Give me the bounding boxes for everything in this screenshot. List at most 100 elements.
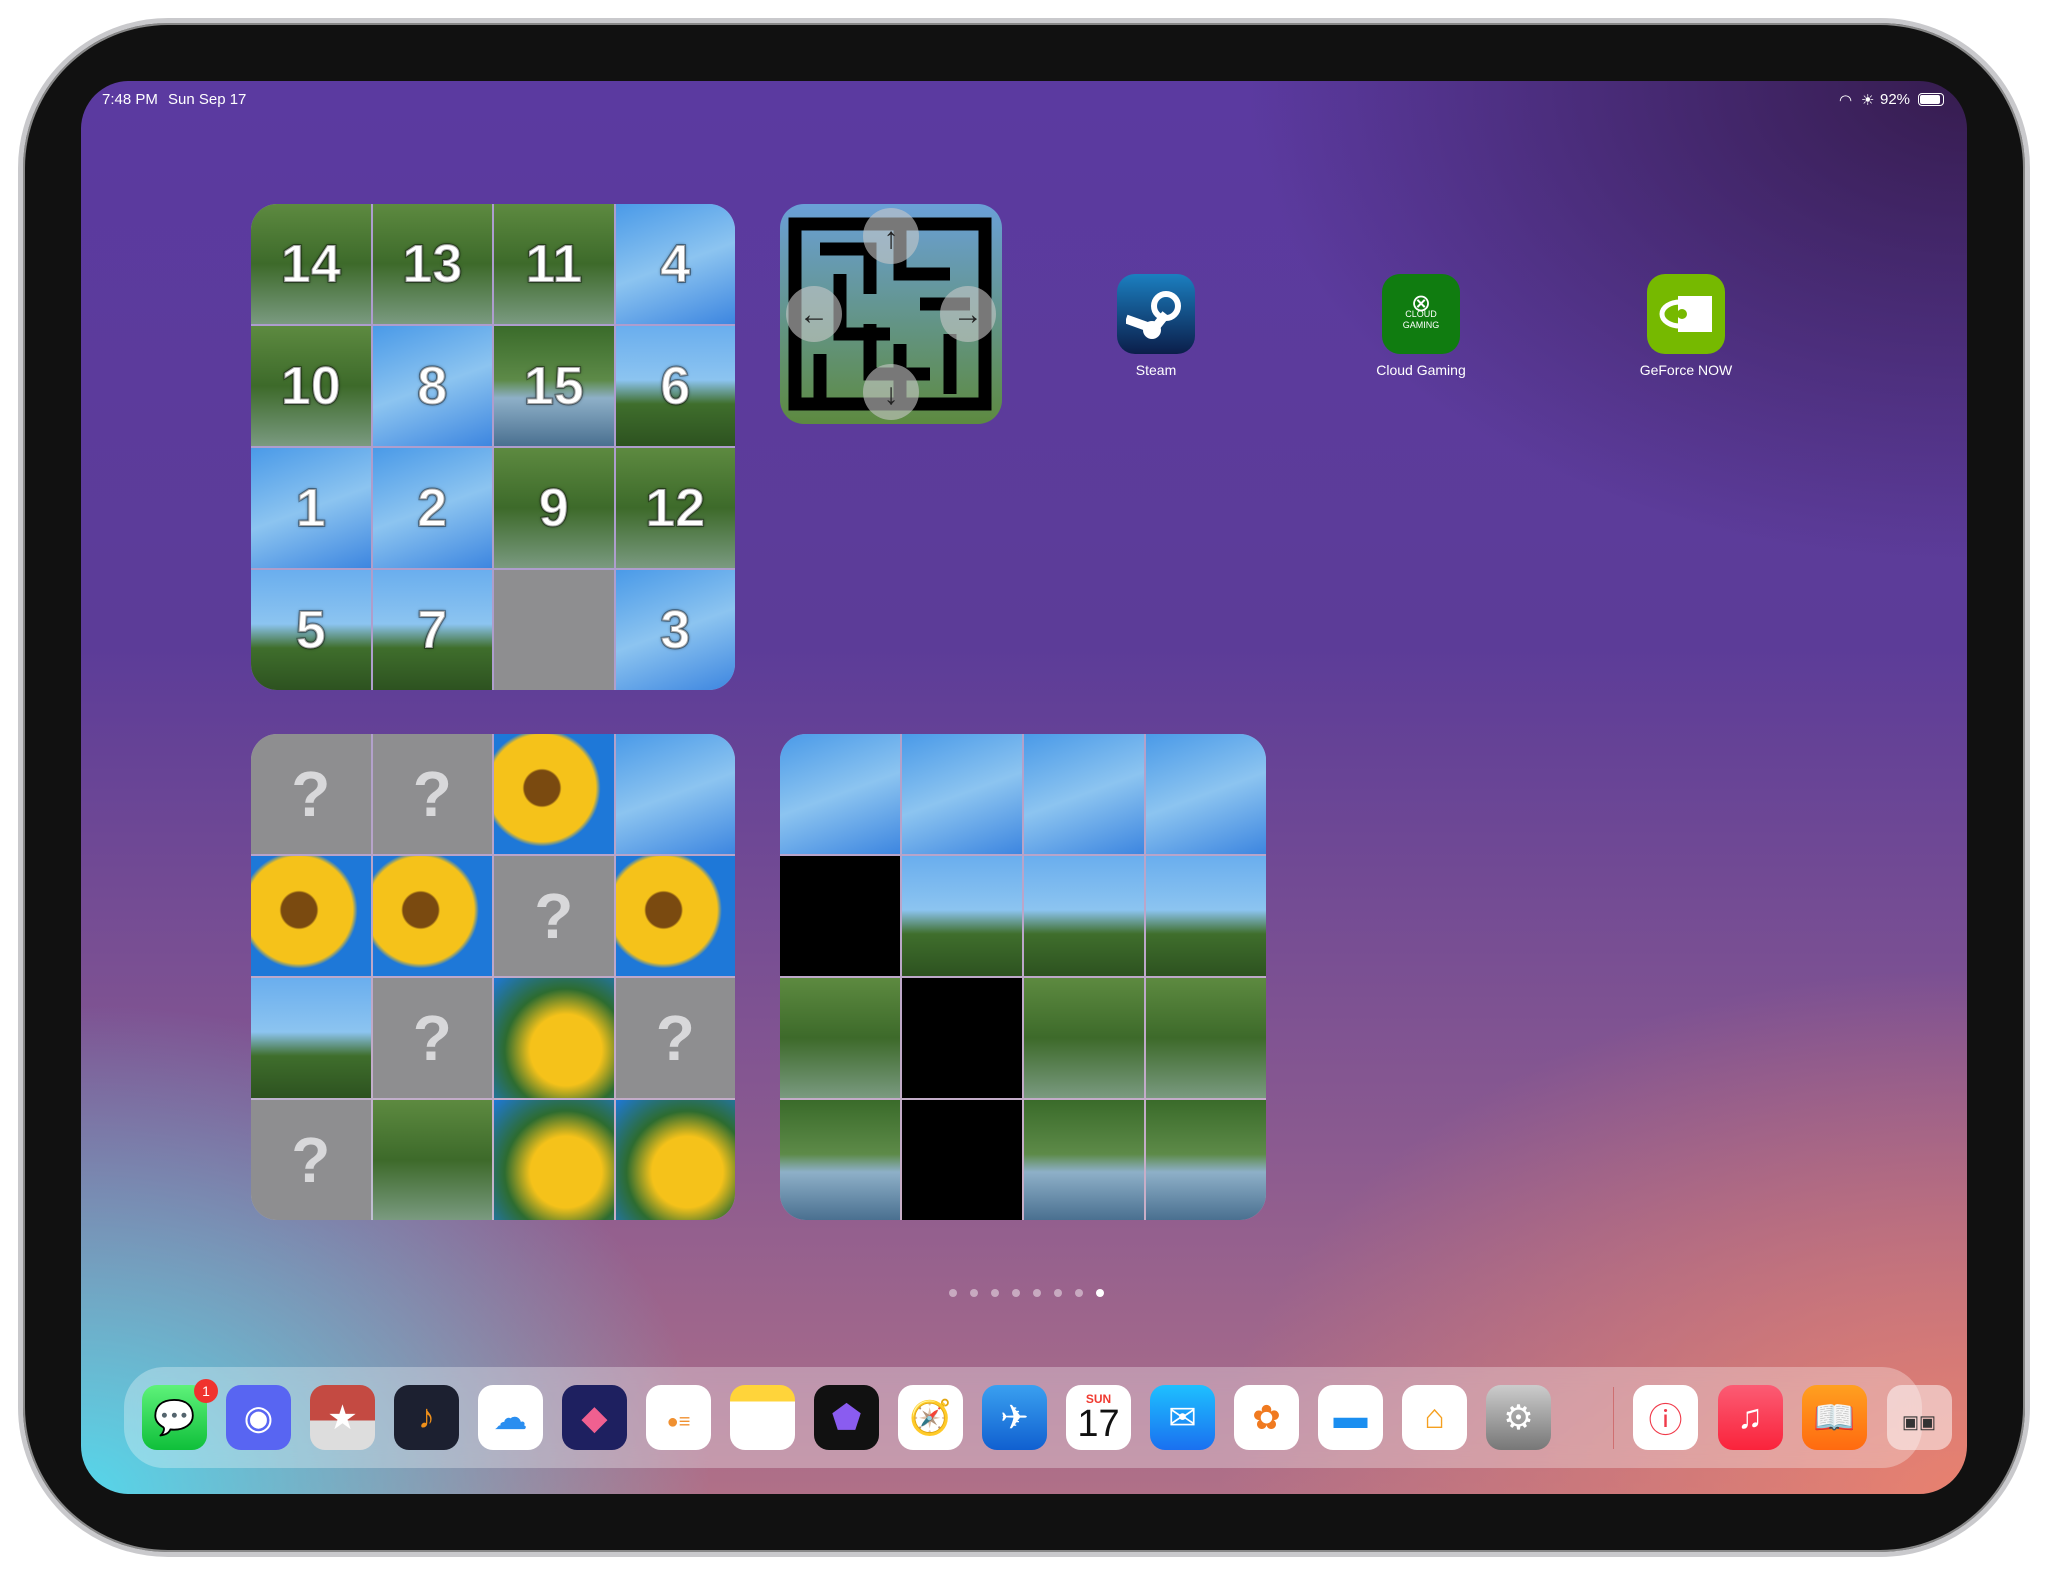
app-label: GeForce NOW [1639,362,1733,378]
photo-tile[interactable] [1146,734,1266,854]
xbox-cloud-gaming-icon: ⊗ CLOUD GAMING [1382,274,1460,354]
hidden-tile[interactable]: ? [372,734,492,854]
puzzle-tile[interactable]: 9 [494,448,614,568]
dock-files[interactable]: ▬ [1318,1385,1383,1450]
dock-app-library[interactable]: ▣▣ [1886,1385,1952,1450]
mystery-photo-puzzle-widget[interactable]: ?????? [251,734,735,1220]
app-steam[interactable]: Steam [1117,274,1195,378]
dock-testflight[interactable]: ✈ [982,1385,1047,1450]
hidden-tile[interactable]: ? [251,1100,371,1220]
photo-tile[interactable] [494,1100,614,1220]
puzzle-tile[interactable]: 1 [251,448,371,568]
svg-text:→: → [953,298,983,331]
photo-tile[interactable] [1146,978,1266,1098]
dock-info-app[interactable]: ⓘ [1633,1385,1698,1450]
hidden-tile[interactable]: ? [494,856,614,976]
puzzle-tile[interactable]: 7 [372,570,492,690]
dock-music[interactable]: ♫ [1717,1385,1783,1450]
photo-tile[interactable] [902,856,1022,976]
reminders-icon: ●≡ [666,1411,691,1433]
dock-red-cloud-star[interactable]: ★ [310,1385,375,1450]
photo-tile[interactable] [372,1100,492,1220]
dock-cloud-app[interactable]: ☁ [478,1385,543,1450]
discord-icon: ◉ [243,1398,274,1437]
hidden-tile[interactable]: ? [251,734,371,854]
maze-widget[interactable]: ↑ ↓ ← → [780,204,1002,424]
dock-mail[interactable]: ✉ [1150,1385,1215,1450]
photo-tile[interactable] [780,978,900,1098]
photo-tile[interactable] [494,734,614,854]
wifi-icon: ◠ [1839,92,1853,109]
dock-home[interactable]: ⌂ [1402,1385,1467,1450]
puzzle-tile[interactable]: 10 [251,326,371,446]
dock-settings[interactable]: ⚙ [1486,1385,1551,1450]
photo-tile[interactable] [902,734,1022,854]
dock-divider [1613,1387,1614,1449]
page-dot[interactable] [1033,1289,1041,1297]
photo-tile[interactable] [780,1100,900,1220]
photo-tile[interactable] [1024,734,1144,854]
dock-notes[interactable] [730,1385,795,1450]
dock-music-note-app[interactable]: ♪ [394,1385,459,1450]
puzzle-tile[interactable]: 5 [251,570,371,690]
puzzle-tile[interactable]: 8 [372,326,492,446]
page-dot[interactable] [1075,1289,1083,1297]
dock-calendar[interactable]: SUN 17 [1066,1385,1131,1450]
hidden-tile[interactable]: ? [615,978,735,1098]
dock-reminders[interactable]: ●≡ [646,1385,711,1450]
files-icon: ▬ [1333,1398,1368,1436]
hidden-tile[interactable]: ? [372,978,492,1098]
page-indicator[interactable] [949,1289,1104,1297]
dock-books[interactable]: 📖 [1802,1385,1867,1450]
puzzle-tile[interactable]: 3 [615,570,735,690]
page-dot[interactable] [949,1289,957,1297]
puzzle-tile[interactable]: 2 [372,448,492,568]
dock-discord[interactable]: ◉ [226,1385,291,1450]
dock-safari[interactable]: 🧭 [898,1385,963,1450]
photo-tile[interactable] [1146,1100,1266,1220]
puzzle-tile[interactable]: 13 [372,204,492,324]
puzzle-tile[interactable]: 12 [615,448,735,568]
battery-percent: 92% [1880,91,1911,108]
photo-tile[interactable] [494,978,614,1098]
battery-icon [1918,93,1944,106]
puzzle-tile[interactable]: 14 [251,204,371,324]
dock-obsidian[interactable]: ⬟ [814,1385,879,1450]
missing-tile[interactable] [780,856,900,976]
status-time: 7:48 PM [102,91,158,108]
page-dot[interactable] [1054,1289,1062,1297]
app-cloud-gaming[interactable]: ⊗ CLOUD GAMING Cloud Gaming [1376,274,1466,378]
page-dot[interactable] [991,1289,999,1297]
page-dot[interactable] [970,1289,978,1297]
empty-slot[interactable] [494,570,614,690]
puzzle-tile[interactable]: 4 [615,204,735,324]
dock-photos[interactable]: ✿ [1234,1385,1299,1450]
puzzle-tile[interactable]: 6 [615,326,735,446]
page-dot[interactable] [1096,1289,1104,1297]
puzzle-tile[interactable]: 11 [494,204,614,324]
photo-tile[interactable] [615,734,735,854]
app-geforce-now[interactable]: GeForce NOW [1640,274,1732,378]
lake-photo-puzzle-widget[interactable] [780,734,1266,1220]
missing-tile[interactable] [902,978,1022,1098]
puzzle-tile[interactable]: 15 [494,326,614,446]
photo-tile[interactable] [251,856,371,976]
obsidian-icon: ⬟ [831,1398,862,1437]
page-dot[interactable] [1012,1289,1020,1297]
dock-shortcuts[interactable]: ◆ [562,1385,627,1450]
safari-icon: 🧭 [909,1398,952,1437]
photo-tile[interactable] [1024,1100,1144,1220]
photo-tile[interactable] [615,1100,735,1220]
photo-tile[interactable] [615,856,735,976]
photo-tile[interactable] [251,978,371,1098]
photo-tile[interactable] [1146,856,1266,976]
home-screen: 7:48 PM Sun Sep 17 ◠ ☀ 92% 14 13 11 4 10 8 15 6… [81,81,1967,1494]
app-label: Cloud Gaming [1376,362,1466,378]
photo-tile[interactable] [1024,856,1144,976]
photo-tile[interactable] [372,856,492,976]
photo-tile[interactable] [1024,978,1144,1098]
sliding-puzzle-widget[interactable]: 14 13 11 4 10 8 15 6 1 2 9 12 5 7 3 [251,204,735,690]
missing-tile[interactable] [902,1100,1022,1220]
photo-tile[interactable] [780,734,900,854]
messages-icon: 💬 [153,1398,196,1437]
